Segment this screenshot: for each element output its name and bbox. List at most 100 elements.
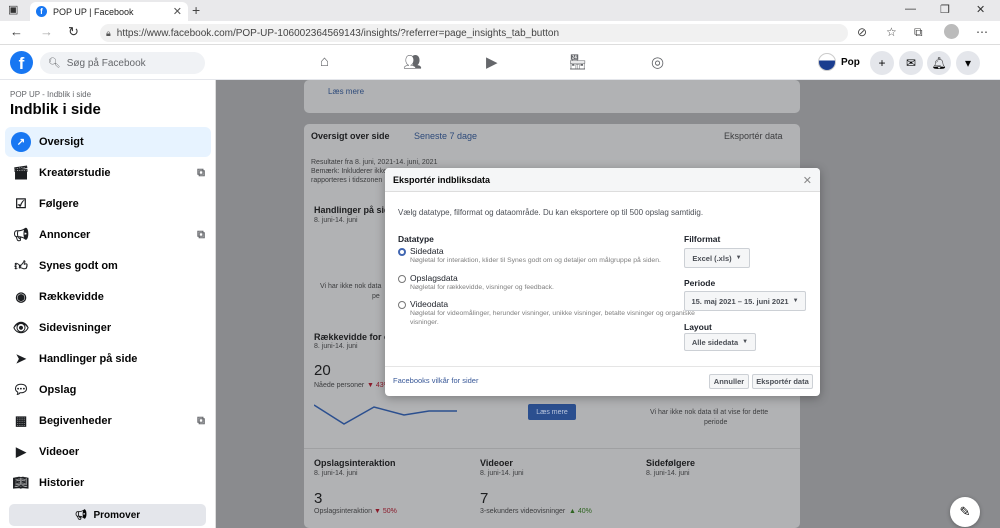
minimize-icon[interactable]: —: [905, 3, 916, 15]
sidebar-item-label: Videoer: [39, 446, 80, 458]
browser-tab[interactable]: f POP UP | Facebook ✕: [30, 2, 188, 21]
url-field[interactable]: 🔒︎ https://www.facebook.com/POP-UP-10600…: [100, 24, 848, 42]
maximize-icon[interactable]: ❐: [940, 3, 950, 16]
radio-title: Videodata: [410, 299, 449, 309]
handlinger-date: 8. juni-14. juni: [314, 217, 358, 224]
favorites-star-icon[interactable]: ☆: [886, 25, 897, 39]
layout-select[interactable]: Alle sidedata ▼: [684, 333, 756, 351]
rackevidde-title: Rækkevidde for o: [314, 332, 390, 342]
radio-desc: Nøgletal for videomålinger, herunder vis…: [410, 310, 695, 326]
radio-title: Opslagsdata: [410, 273, 458, 283]
radio-opslagsdata[interactable]: Opslagsdata Nøgletal for rækkevidde, vis…: [398, 273, 700, 292]
facebook-search-input[interactable]: 🔍︎ Søg på Facebook: [40, 52, 205, 74]
sidebar-item-label: Rækkevidde: [39, 291, 104, 303]
fileformat-select[interactable]: Excel (.xls) ▼: [684, 248, 750, 268]
sidebar-item-videoer[interactable]: ▶ Videoer: [5, 437, 211, 467]
videoer-title: Videoer: [480, 458, 513, 468]
sidebar-item-historier[interactable]: 📖︎ Historier: [5, 468, 211, 498]
facebook-top-nav: f 🔍︎ Søg på Facebook ⌂ 👥︎ ▶ 🏪︎ ◎ Pop + ✉…: [0, 45, 1000, 80]
new-tab-icon[interactable]: +: [192, 2, 200, 18]
overview-range[interactable]: Seneste 7 dage: [414, 131, 477, 141]
site-permissions-icon[interactable]: ⊘: [857, 25, 867, 39]
terms-link[interactable]: Facebooks vilkår for sider: [393, 376, 478, 385]
opslag-change: ▼ 50%: [374, 508, 397, 515]
forward-icon[interactable]: →: [40, 24, 53, 39]
period-select[interactable]: 15. maj 2021 – 15. juni 2021 ▼: [684, 291, 806, 311]
tab-title: POP UP | Facebook: [53, 6, 134, 17]
cancel-button[interactable]: Annuller: [709, 374, 749, 389]
videoer-value: 7: [480, 490, 489, 507]
radio-unselected-icon[interactable]: [398, 275, 406, 283]
export-data-button[interactable]: Eksportér data: [752, 374, 813, 389]
sidebar-item-oversigt[interactable]: ↗ Oversigt: [5, 127, 211, 157]
profile-shortcut[interactable]: Pop: [818, 51, 860, 73]
tab-actions-icon[interactable]: ▣: [8, 3, 18, 16]
rackevidde-sub: Nåede personer: [314, 382, 365, 389]
overview-title: Oversigt over side: [311, 131, 390, 141]
promote-button[interactable]: 📢︎ Promover: [9, 504, 206, 526]
sidebar-item-kreatorstudie[interactable]: 🎬︎ Kreatørstudie ⧉: [5, 158, 211, 188]
sidebar-item-begivenheder[interactable]: ▦ Begivenheder ⧉: [5, 406, 211, 436]
groups-icon[interactable]: ◎: [651, 53, 664, 71]
opslag-sub: Opslagsinteraktion: [314, 508, 372, 515]
fileformat-label: Filformat: [684, 234, 721, 244]
marketplace-icon[interactable]: 🏪︎: [568, 53, 587, 71]
videoer-sub: 3-sekunders videovisninger: [480, 508, 566, 515]
profile-avatar-icon[interactable]: [944, 24, 959, 39]
sidebar-item-sidevisninger[interactable]: 👁︎ Sidevisninger: [5, 313, 211, 343]
address-bar-row: ← → ↻ 🔒︎ https://www.facebook.com/POP-UP…: [0, 21, 1000, 45]
rackevidde-value: 20: [314, 362, 331, 379]
eye-icon: 👁︎: [12, 320, 30, 335]
sidebar-item-annoncer[interactable]: 📢︎ Annoncer ⧉: [5, 220, 211, 250]
rackevidde-date: 8. juni-14. juni: [314, 343, 358, 350]
sidebar-item-label: Opslag: [39, 384, 77, 396]
create-icon[interactable]: +: [870, 51, 894, 75]
opslag-value: 3: [314, 490, 323, 507]
radio-selected-icon[interactable]: [398, 248, 406, 256]
facebook-favicon-icon: f: [36, 6, 47, 17]
chevron-down-icon: ▼: [735, 255, 742, 261]
friends-icon[interactable]: 👥︎: [403, 53, 422, 71]
home-icon[interactable]: ⌂: [320, 53, 329, 70]
facebook-logo-icon[interactable]: f: [10, 51, 33, 74]
broadcast-icon: ◉: [15, 289, 27, 304]
fileformat-value: Excel (.xls): [692, 253, 732, 263]
messenger-icon[interactable]: ✉: [899, 51, 923, 75]
sidebar-item-rackevidde[interactable]: ◉ Rækkevidde: [5, 282, 211, 312]
video-icon: ▶: [16, 444, 26, 459]
dialog-title: Eksportér indbliksdata: [393, 174, 491, 185]
page-avatar: [818, 53, 836, 71]
account-menu-icon[interactable]: ▾: [956, 51, 980, 75]
megaphone-icon: 📢︎: [74, 509, 88, 521]
sidebar-item-synes-godt-om[interactable]: 👍︎ Synes godt om: [5, 251, 211, 281]
close-tab-icon[interactable]: ✕: [173, 5, 182, 18]
radio-videodata[interactable]: Videodata Nøgletal for videomålinger, he…: [398, 299, 700, 327]
close-window-icon[interactable]: ✕: [976, 3, 985, 16]
radio-sidedata[interactable]: Sidedata Nøgletal for interaktion, klide…: [398, 246, 700, 265]
sidebar-item-folgere[interactable]: ☑ Følgere: [5, 189, 211, 219]
dialog-footer: Facebooks vilkår for sider Annuller Eksp…: [385, 366, 820, 396]
back-icon[interactable]: ←: [10, 24, 23, 39]
collections-icon[interactable]: ⧉: [914, 25, 923, 40]
new-message-button[interactable]: ✎: [950, 497, 980, 527]
laes-mere-button[interactable]: Læs mere: [528, 404, 576, 420]
notifications-icon[interactable]: 🔔︎: [927, 51, 951, 75]
calendar-icon: ▦: [14, 413, 28, 428]
sidebar-item-opslag[interactable]: 💬︎ Opslag: [5, 375, 211, 405]
search-icon: 🔍︎: [48, 57, 61, 69]
breadcrumb[interactable]: POP UP - Indblik i side: [10, 90, 91, 99]
chat-icon: 💬︎: [12, 382, 30, 397]
clapper-icon: 🎬︎: [12, 165, 30, 180]
sidebar-item-label: Sidevisninger: [39, 322, 112, 334]
no-data-text: Vi har ikke nok data: [320, 283, 382, 290]
laes-mere-link[interactable]: Læs mere: [328, 87, 364, 96]
sidebar-item-handlinger[interactable]: ➤ Handlinger på side: [5, 344, 211, 374]
sidefolgere-title: Sidefølgere: [646, 458, 696, 468]
reload-icon[interactable]: ↻: [68, 24, 79, 40]
videoer-date: 8. juni-14. juni: [480, 470, 524, 477]
more-menu-icon[interactable]: ⋯: [976, 25, 988, 39]
close-icon[interactable]: ✕: [803, 174, 812, 187]
export-data-link[interactable]: Eksportér data: [724, 131, 783, 141]
watch-icon[interactable]: ▶: [486, 53, 498, 71]
radio-unselected-icon[interactable]: [398, 301, 406, 309]
